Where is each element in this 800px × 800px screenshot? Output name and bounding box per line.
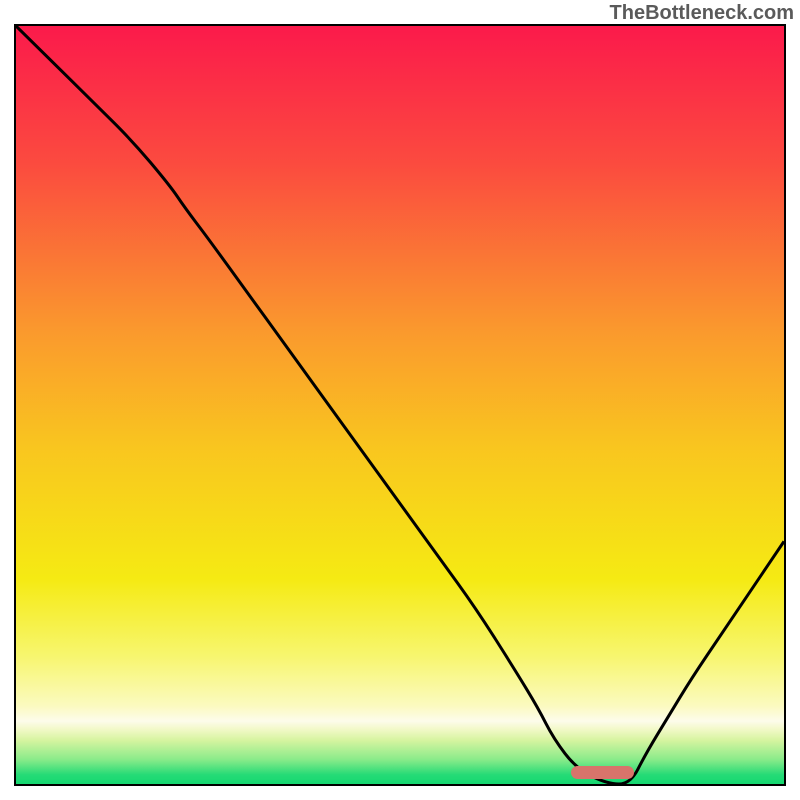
optimum-range-marker bbox=[571, 766, 634, 779]
chart-frame bbox=[14, 24, 786, 786]
watermark-text: TheBottleneck.com bbox=[610, 2, 794, 25]
bottleneck-curve bbox=[16, 26, 784, 784]
